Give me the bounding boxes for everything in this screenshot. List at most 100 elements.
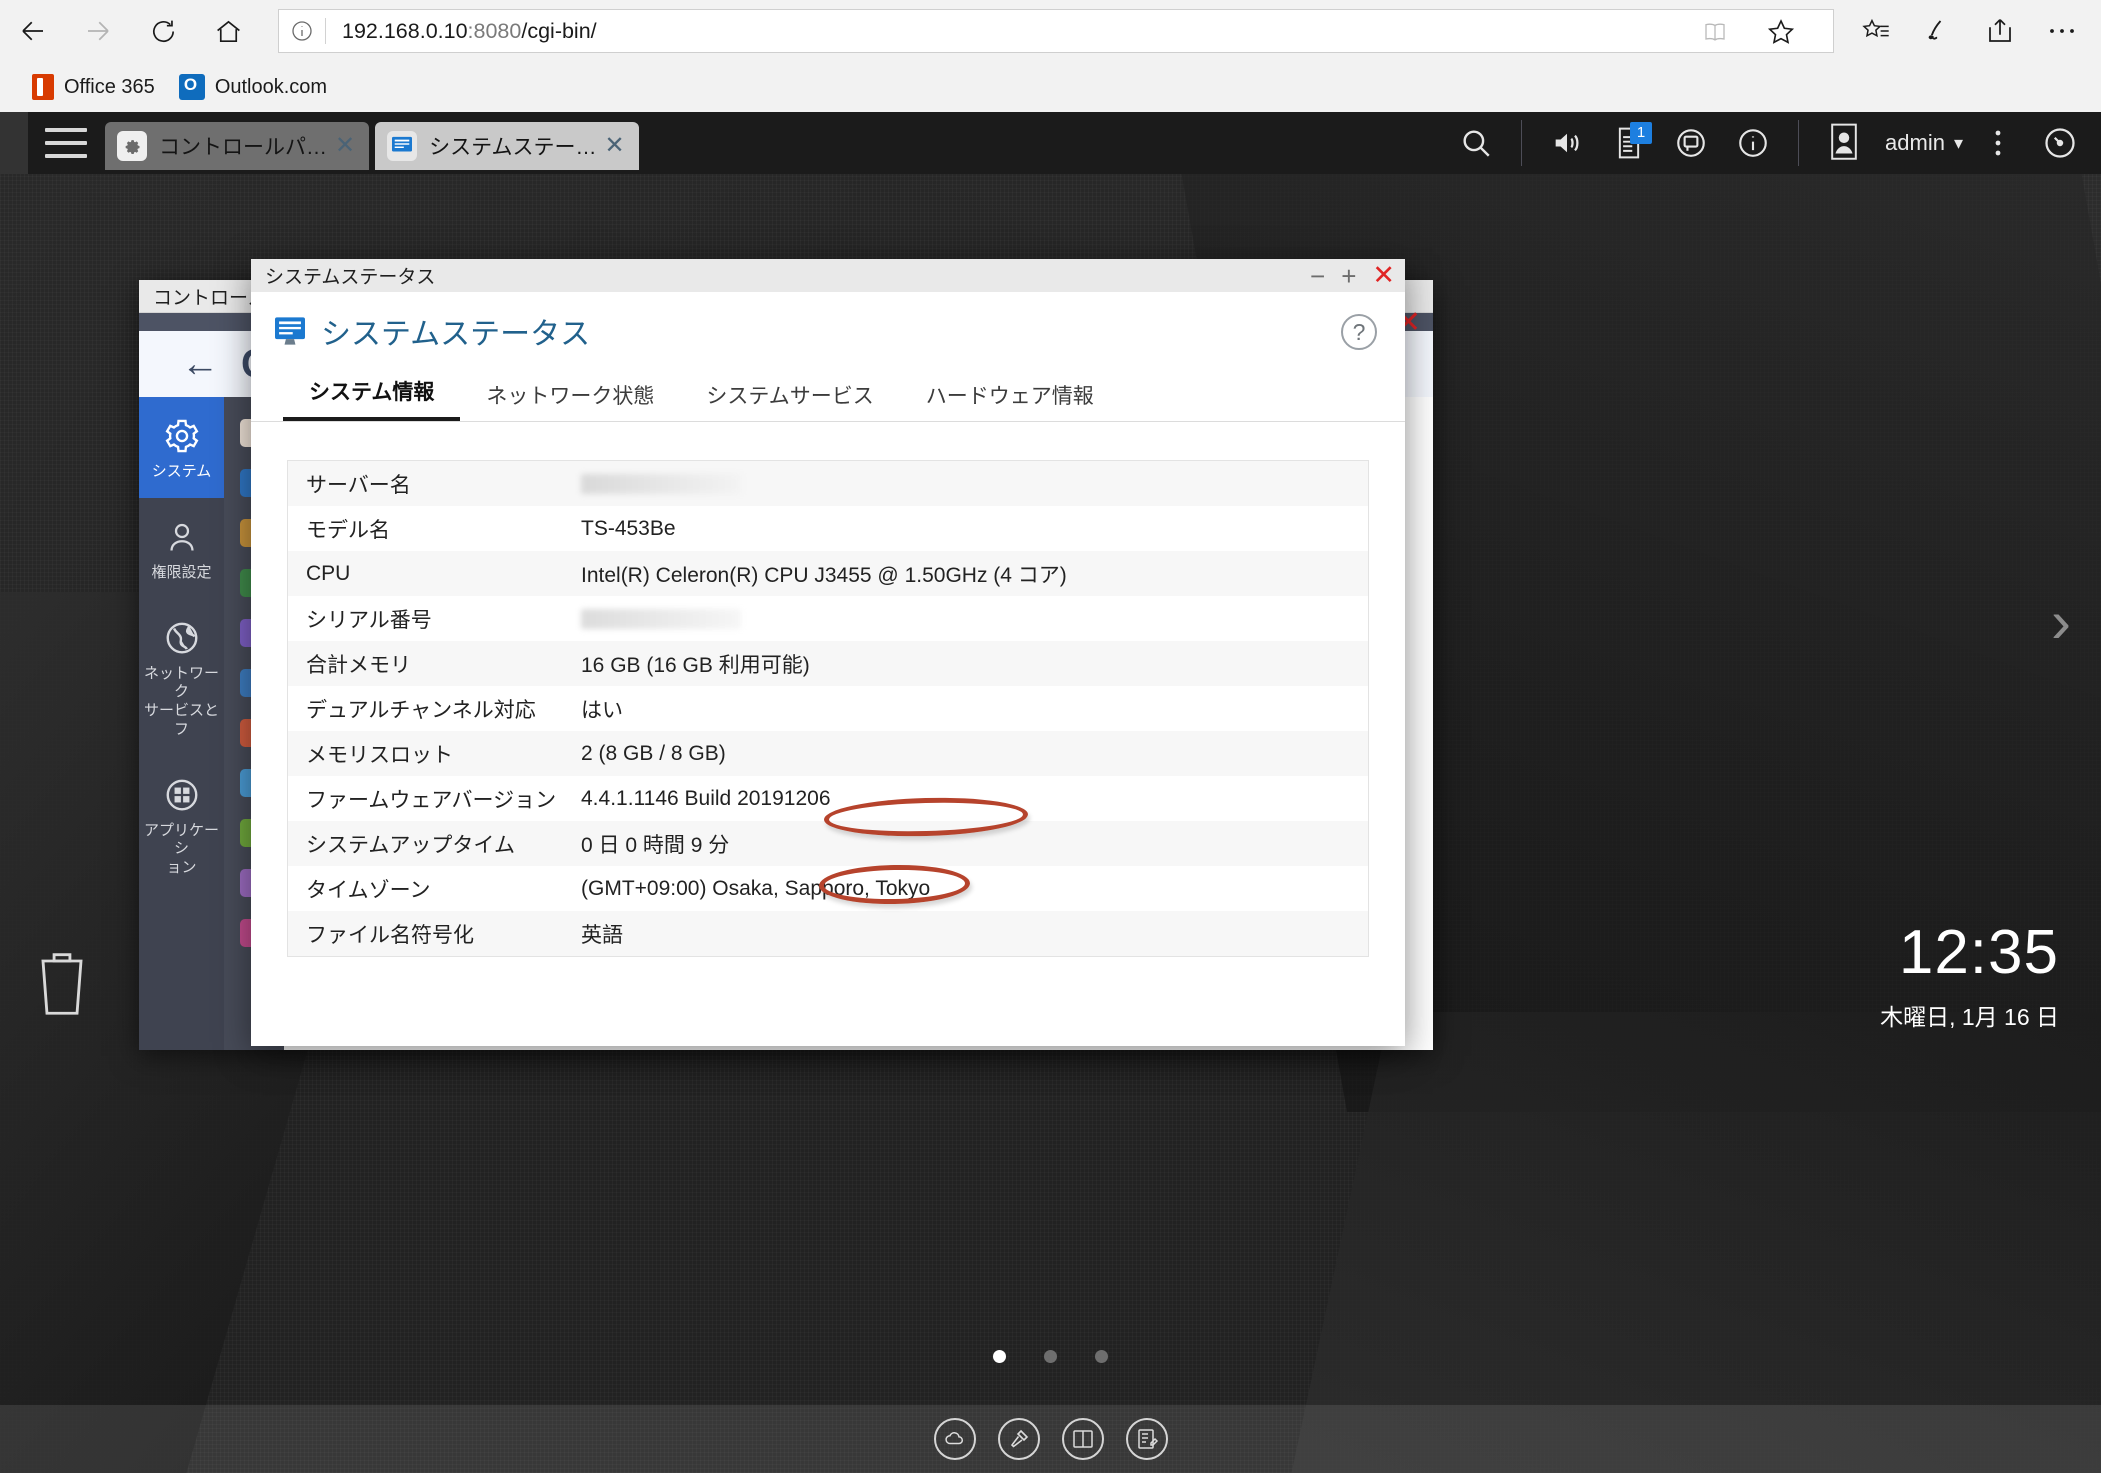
row-value: TS-453Be: [581, 516, 676, 540]
user-icon: [143, 516, 220, 558]
user-menu[interactable]: admin ▾: [1885, 130, 1963, 156]
row-key: シリアル番号: [306, 608, 432, 632]
address-bar[interactable]: 192.168.0.10:8080/cgi-bin/: [278, 9, 1834, 53]
browser-chrome: 192.168.0.10:8080/cgi-bin/ Office 365 O …: [0, 0, 2101, 112]
url-port: :8080: [467, 18, 522, 43]
row-key: メモリスロット: [306, 743, 453, 767]
url-host: 192.168.0.10: [342, 18, 468, 43]
favorite-label: Office 365: [64, 75, 155, 98]
more-options-icon[interactable]: [1967, 112, 2029, 174]
row-key: システムアップタイム: [306, 833, 515, 857]
row-key: CPU: [306, 561, 351, 585]
background-tasks-icon[interactable]: 1: [1598, 112, 1660, 174]
sidebar-item-system[interactable]: システム: [139, 397, 224, 498]
sidebar-item-label: システム: [151, 463, 212, 480]
page-dot[interactable]: [993, 1350, 1006, 1363]
sidebar-item-privilege[interactable]: 権限設定: [139, 498, 224, 599]
page-title: システムステータス: [321, 318, 591, 351]
table-row: CPU Intel(R) Celeron(R) CPU J3455 @ 1.50…: [288, 551, 1368, 596]
site-info-icon[interactable]: [279, 19, 325, 43]
minimize-button[interactable]: −: [1310, 263, 1325, 289]
topbar-left-edge: [0, 112, 28, 174]
row-value: Intel(R) Celeron(R) CPU J3455 @ 1.50GHz …: [581, 563, 1067, 587]
topbar-divider: [1798, 120, 1800, 166]
table-row: デュアルチャンネル対応 はい: [288, 686, 1368, 731]
table-row: サーバー名: [288, 461, 1368, 506]
table-row: シリアル番号: [288, 596, 1368, 641]
sidebar-item-network[interactable]: ネットワーク サービスとフ: [139, 599, 224, 756]
add-favorite-icon[interactable]: [1759, 14, 1803, 50]
browser-toolbar-icons: [1845, 8, 2093, 54]
qnap-topbar: コントロールパ… ✕ システムステー… ✕ 1 admin ▾: [0, 112, 2101, 174]
window-controls: − + ✕: [1310, 259, 1395, 292]
external-device-icon[interactable]: [1660, 112, 1722, 174]
search-icon[interactable]: [1445, 112, 1507, 174]
system-status-window[interactable]: システムステータス − + ✕ システムステータス ? システム情報 ネットワー…: [251, 259, 1405, 1046]
tab-hardware-info[interactable]: ハードウェア情報: [900, 380, 1120, 421]
back-arrow-icon[interactable]: ←: [181, 345, 219, 383]
reading-view-icon[interactable]: [1693, 16, 1737, 48]
row-key: デュアルチャンネル対応: [306, 698, 536, 722]
sidebar-item-label: アプリケーシ ョン: [143, 821, 219, 877]
chevron-right-icon[interactable]: ›: [2051, 592, 2071, 652]
task-badge: 1: [1630, 122, 1653, 144]
control-panel-sidebar: システム 権限設定 ネットワーク サービスとフ アプリケーシ ョン: [139, 397, 224, 1050]
row-value: 16 GB (16 GB 利用可能): [581, 653, 810, 677]
forward-button[interactable]: [75, 8, 121, 54]
close-icon[interactable]: ✕: [604, 134, 624, 158]
favorite-office365[interactable]: Office 365: [20, 67, 167, 107]
table-row: ファイル名符号化 英語: [288, 911, 1368, 956]
notes-icon[interactable]: [1125, 1418, 1168, 1460]
system-status-window-title: システムステータス: [265, 267, 436, 288]
tab-system-service[interactable]: システムサービス: [680, 380, 899, 421]
user-avatar-icon[interactable]: [1813, 112, 1875, 174]
close-button[interactable]: ✕: [1372, 262, 1395, 289]
hammer-icon[interactable]: [997, 1418, 1040, 1460]
share-icon[interactable]: [1969, 8, 2031, 54]
system-status-icon: [387, 131, 418, 161]
page-dot[interactable]: [1044, 1350, 1057, 1363]
row-key: ファームウェアバージョン: [306, 788, 557, 812]
web-notes-icon[interactable]: [1907, 8, 1969, 54]
screenshot-root: 192.168.0.10:8080/cgi-bin/ Office 365 O …: [0, 0, 2101, 1473]
desktop-clock: 12:35 木曜日, 1月 16 日: [1880, 922, 2059, 1032]
clock-time: 12:35: [1898, 918, 2059, 987]
sidebar-item-applications[interactable]: アプリケーシ ョン: [139, 756, 224, 894]
tab-system-status[interactable]: システムステー… ✕: [375, 122, 639, 170]
table-row: システムアップタイム 0 日 0 時間 9 分: [288, 821, 1368, 866]
redacted-value: [581, 473, 741, 494]
page-dot[interactable]: [1095, 1350, 1108, 1363]
row-value: 4.4.1.1146 Build 20191206: [581, 786, 831, 810]
system-status-titlebar[interactable]: システムステータス − + ✕: [251, 259, 1405, 292]
favorites-hub-icon[interactable]: [1845, 8, 1907, 54]
back-button[interactable]: [10, 8, 56, 54]
row-value: (GMT+09:00) Osaka, Sapporo, Tokyo: [581, 876, 931, 900]
info-icon[interactable]: [1722, 112, 1784, 174]
book-icon[interactable]: [1061, 1418, 1104, 1460]
cloud-icon[interactable]: [933, 1418, 976, 1460]
row-key: タイムゾーン: [306, 878, 431, 902]
tab-control-panel[interactable]: コントロールパ… ✕: [105, 122, 370, 170]
more-icon[interactable]: [2031, 8, 2093, 54]
table-row: 合計メモリ 16 GB (16 GB 利用可能): [288, 641, 1368, 686]
sidebar-item-label: 権限設定: [151, 563, 212, 581]
tab-system-info[interactable]: システム情報: [283, 376, 461, 421]
wallpaper-facet: [1270, 1012, 2101, 1473]
dashboard-icon[interactable]: [2029, 112, 2091, 174]
hamburger-menu-icon[interactable]: [45, 128, 87, 158]
row-key: モデル名: [306, 518, 390, 542]
topbar-divider: [1521, 120, 1523, 166]
row-value: 0 日 0 時間 9 分: [581, 833, 730, 857]
volume-icon[interactable]: [1536, 112, 1598, 174]
favorite-outlook[interactable]: Outlook.com: [167, 67, 339, 107]
row-key: 合計メモリ: [306, 653, 411, 677]
qnap-window-tabs: コントロールパ… ✕ システムステー… ✕: [105, 122, 639, 170]
reload-button[interactable]: [140, 8, 186, 54]
row-value: [581, 472, 1368, 496]
trash-icon[interactable]: [30, 942, 94, 1018]
close-icon[interactable]: ✕: [335, 134, 355, 158]
tab-network-status[interactable]: ネットワーク状態: [460, 380, 680, 421]
home-button[interactable]: [205, 8, 251, 54]
help-icon[interactable]: ?: [1341, 314, 1377, 350]
maximize-button[interactable]: +: [1341, 263, 1356, 289]
